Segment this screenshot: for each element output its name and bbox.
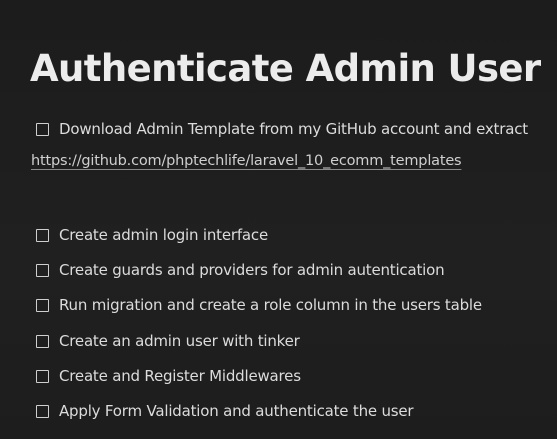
- task-checkbox[interactable]: [36, 404, 49, 418]
- task-label: Create admin login interface: [59, 226, 268, 244]
- task-item-6: Apply Form Validation and authenticate t…: [36, 402, 414, 420]
- github-templates-link[interactable]: https://github.com/phptechlife/laravel_1…: [31, 153, 462, 169]
- task-checkbox[interactable]: [36, 298, 49, 312]
- task-checkbox[interactable]: [36, 334, 49, 348]
- task-item-2: Create guards and providers for admin au…: [36, 261, 445, 279]
- page-title: Authenticate Admin User: [30, 47, 541, 90]
- task-checkbox[interactable]: [36, 263, 49, 277]
- task-checkbox[interactable]: [36, 228, 49, 242]
- task-label: Create guards and providers for admin au…: [59, 261, 445, 279]
- note-page: Authenticate Admin User Download Admin T…: [0, 0, 557, 439]
- task-label: Run migration and create a role column i…: [59, 296, 482, 314]
- task-label: Create and Register Middlewares: [59, 367, 301, 385]
- task-label: Create an admin user with tinker: [59, 332, 300, 350]
- task-label: Download Admin Template from my GitHub a…: [59, 120, 528, 138]
- task-item-5: Create and Register Middlewares: [36, 367, 301, 385]
- task-item-1: Create admin login interface: [36, 226, 268, 244]
- task-download-template: Download Admin Template from my GitHub a…: [36, 120, 528, 138]
- task-checkbox[interactable]: [36, 369, 49, 383]
- task-checkbox[interactable]: [36, 122, 49, 136]
- task-item-4: Create an admin user with tinker: [36, 332, 300, 350]
- task-label: Apply Form Validation and authenticate t…: [59, 402, 414, 420]
- task-item-3: Run migration and create a role column i…: [36, 296, 482, 314]
